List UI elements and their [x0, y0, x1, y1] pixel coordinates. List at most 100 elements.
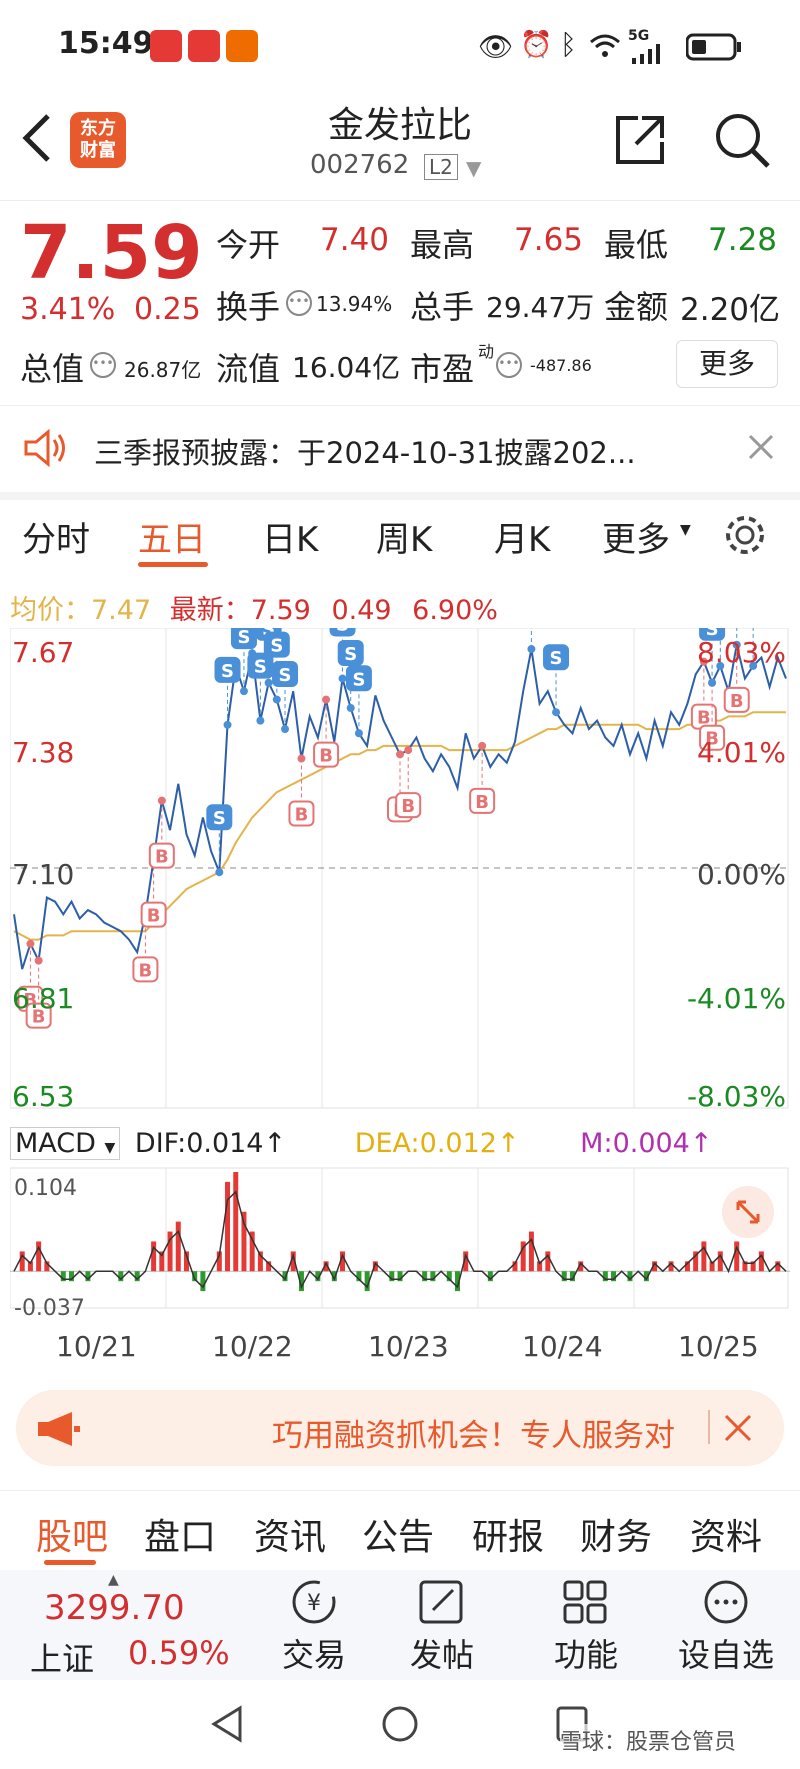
- sell-badge-label: S: [270, 636, 283, 657]
- buy-badge-label: B: [319, 746, 333, 767]
- expand-button[interactable]: [722, 1186, 774, 1238]
- sell-marker-dot: [346, 704, 355, 712]
- y-tick-label-right: 4.01%: [697, 736, 786, 769]
- sell-badge-label: S: [237, 628, 250, 648]
- buy-marker-dot: [322, 695, 331, 704]
- index-name[interactable]: 上证: [30, 1634, 94, 1680]
- buy-marker-dot: [26, 939, 35, 948]
- speaker-icon: [24, 428, 65, 468]
- open-label: 今开: [216, 226, 281, 264]
- caret-down-icon[interactable]: ▼: [680, 522, 691, 538]
- y-tick-label: 7.67: [12, 636, 75, 669]
- nav-back-icon[interactable]: [208, 1704, 248, 1744]
- level2-badge[interactable]: L2: [424, 154, 458, 180]
- buy-badge-label: B: [475, 792, 489, 813]
- tab-weekly-k[interactable]: 周K: [376, 512, 432, 561]
- tab-research[interactable]: 研报: [472, 1508, 544, 1560]
- five-day-chart[interactable]: BBBBBBBBBBBBBSSSSSSSSSSSSSSSSS: [10, 628, 790, 1338]
- change-amount: 0.25: [134, 292, 201, 327]
- x-tick-label: 10/24: [522, 1330, 603, 1363]
- index-value[interactable]: 3299.70: [44, 1588, 185, 1628]
- share-icon[interactable]: [612, 112, 668, 168]
- pe-label: 市盈: [410, 350, 475, 388]
- search-icon[interactable]: [712, 110, 772, 170]
- tab-announcements[interactable]: 公告: [362, 1508, 434, 1560]
- indicator-select[interactable]: MACD ▼: [10, 1127, 121, 1160]
- x-tick-label: 10/23: [368, 1330, 449, 1363]
- nav-home-icon[interactable]: [380, 1704, 420, 1744]
- sell-badge-label: S: [213, 808, 226, 829]
- caret-down-icon[interactable]: ▼: [466, 156, 481, 180]
- sell-marker-dot: [708, 678, 717, 687]
- notice-text: 三季报预披露：于2024-10-31披露202...: [94, 436, 636, 470]
- trade-button[interactable]: ¥ 交易: [264, 1578, 364, 1676]
- gear-icon[interactable]: [722, 512, 768, 558]
- watermark-text: 雪球：股票仓管员: [560, 1724, 737, 1756]
- macd-plot-frame: [10, 1167, 789, 1309]
- total-cap-value: 26.87亿: [124, 358, 202, 382]
- buy-marker-dot: [157, 796, 166, 805]
- info-dot-icon[interactable]: •••: [496, 352, 522, 378]
- buy-badge-label: B: [147, 906, 161, 927]
- functions-button[interactable]: 功能: [536, 1578, 636, 1676]
- pe-value: -487.86: [530, 356, 592, 375]
- y-tick-label-right: -8.03%: [686, 1080, 786, 1113]
- last-price: 7.59: [20, 210, 203, 296]
- sell-marker-dot: [256, 716, 265, 725]
- y-tick-label-right: 8.03%: [697, 636, 786, 669]
- y-tick-label: 7.10: [12, 858, 75, 891]
- sell-marker-dot: [264, 678, 273, 687]
- signal-icon: [632, 44, 660, 64]
- battery-icon: [686, 33, 741, 61]
- post-button[interactable]: 发帖: [392, 1578, 492, 1676]
- sell-badge-label: S: [336, 628, 349, 636]
- more-circle-icon: [704, 1580, 748, 1624]
- y-tick-label: 7.38: [12, 736, 75, 769]
- app-logo[interactable]: 东方 财富: [70, 112, 126, 168]
- tab-pankou[interactable]: 盘口: [144, 1508, 216, 1560]
- alarm-icon: ⏰: [520, 30, 553, 60]
- caret-down-icon: ▼: [104, 1140, 116, 1156]
- latest-value: 7.59: [250, 595, 311, 626]
- macd-bottom-label: -0.037: [14, 1296, 85, 1321]
- trade-label: 交易: [281, 1636, 346, 1674]
- add-watchlist-button[interactable]: 设自选: [670, 1578, 782, 1676]
- buy-badge-label: B: [730, 691, 744, 712]
- more-button[interactable]: 更多: [676, 340, 778, 388]
- index-percent[interactable]: 0.59%: [128, 1634, 230, 1672]
- avg-value: 7.47: [91, 595, 152, 626]
- sell-marker-dot: [527, 645, 536, 654]
- sell-marker-dot: [215, 868, 224, 877]
- sell-badge-label: S: [279, 665, 292, 686]
- close-icon[interactable]: [722, 1412, 754, 1444]
- yuan-exchange-icon: ¥: [292, 1580, 336, 1624]
- info-dot-icon[interactable]: •••: [286, 290, 312, 316]
- caret-up-icon: ▲: [108, 1572, 119, 1588]
- tab-finance[interactable]: 财务: [580, 1508, 652, 1560]
- tab-monthly-k[interactable]: 月K: [494, 512, 550, 561]
- expand-icon: [736, 1200, 760, 1224]
- stock-code[interactable]: 002762: [310, 150, 409, 180]
- buy-badge-label: B: [401, 796, 415, 817]
- back-button[interactable]: [18, 110, 58, 170]
- tab-intraday[interactable]: 分时: [22, 512, 90, 561]
- tab-daily-k[interactable]: 日K: [262, 512, 318, 561]
- latest-percent: 6.90%: [412, 595, 498, 626]
- y-tick-label: 6.81: [12, 982, 75, 1015]
- tab-profile[interactable]: 资料: [690, 1508, 762, 1560]
- sell-marker-dot: [552, 708, 561, 717]
- tab-guba[interactable]: 股吧: [36, 1508, 108, 1560]
- chevron-left-icon: [22, 114, 50, 162]
- sell-marker-dot: [281, 725, 290, 734]
- tab-five-day[interactable]: 五日: [138, 512, 206, 561]
- tab-news[interactable]: 资讯: [254, 1508, 326, 1560]
- sell-marker-dot: [223, 720, 232, 729]
- logo-line2: 财富: [80, 140, 116, 161]
- high-label: 最高: [410, 226, 475, 264]
- macd-dif: DIF:0.014↑: [134, 1128, 287, 1159]
- x-tick-label: 10/22: [212, 1330, 293, 1363]
- info-dot-icon[interactable]: •••: [90, 352, 116, 378]
- amount-label: 金额: [604, 288, 669, 326]
- tab-more[interactable]: 更多: [602, 512, 670, 561]
- close-icon[interactable]: [746, 432, 776, 462]
